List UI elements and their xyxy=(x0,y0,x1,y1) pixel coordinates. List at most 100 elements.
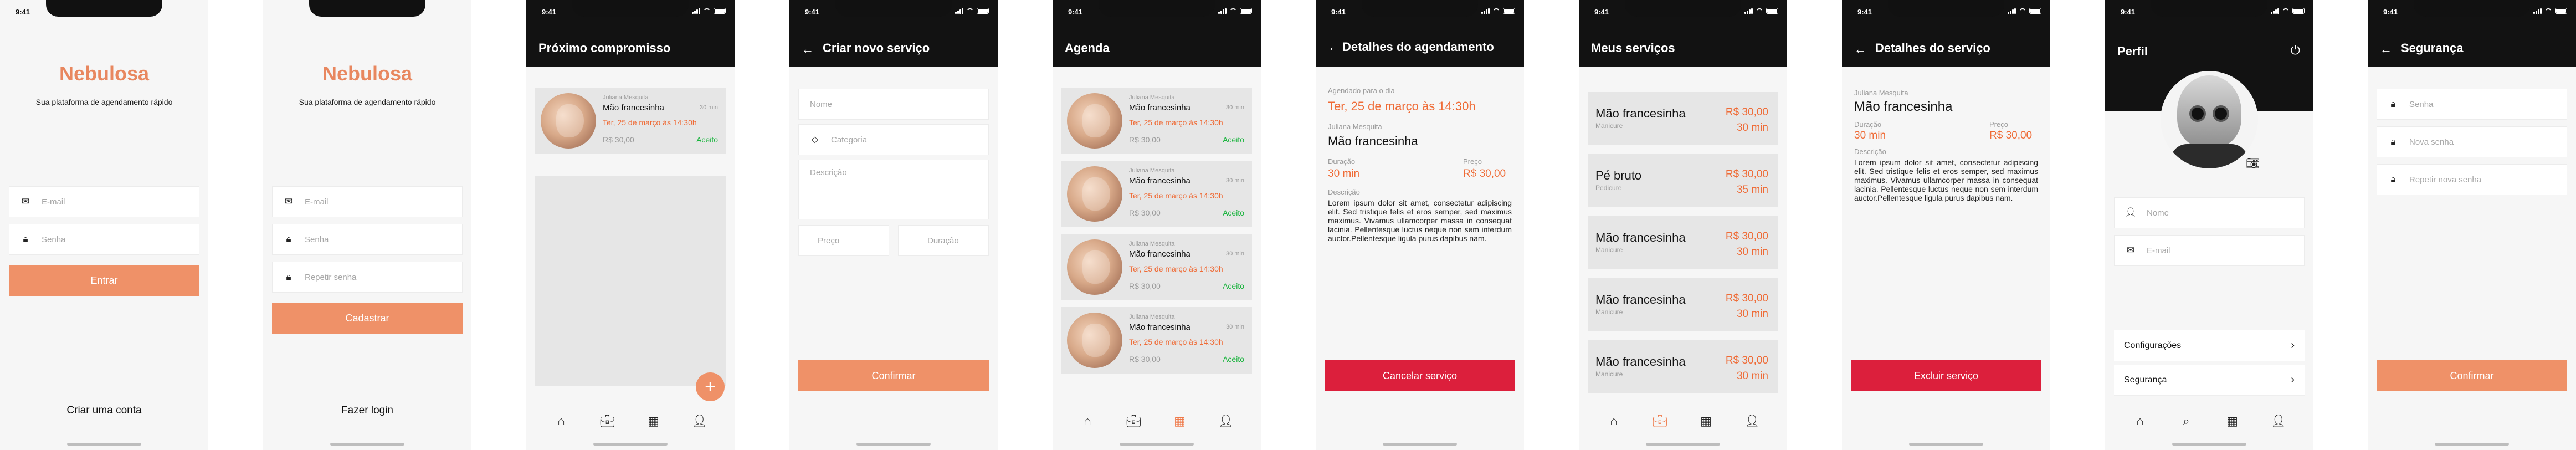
name-placeholder: Nome xyxy=(810,99,833,109)
home-indicator xyxy=(1646,443,1720,446)
avatar[interactable] xyxy=(2161,71,2258,168)
signal-icon xyxy=(1744,8,1753,14)
battery-icon xyxy=(2555,8,2567,14)
email-field[interactable]: ✉ E-mail xyxy=(2114,235,2305,266)
nav-user-icon[interactable]: 👤︎ xyxy=(689,410,711,432)
nav-briefcase-icon[interactable]: 💼︎ xyxy=(1649,410,1671,432)
appointment-details: Agendado para o dia Ter, 25 de março às … xyxy=(1328,86,1512,243)
login-link[interactable]: Fazer login xyxy=(263,405,471,417)
settings-label: Configurações xyxy=(2124,340,2182,350)
back-arrow-icon[interactable]: ← xyxy=(1328,40,1340,54)
nav-user-icon[interactable]: 👤︎ xyxy=(1215,410,1237,432)
confirm-button[interactable]: Confirmar xyxy=(798,360,989,391)
password-field[interactable]: 🔒︎ Senha xyxy=(9,224,199,255)
delete-service-button[interactable]: Excluir serviço xyxy=(1851,360,2041,391)
service-name: Mão francesinha xyxy=(603,103,664,113)
page-title: Detalhes do agendamento xyxy=(1342,40,1494,54)
home-indicator xyxy=(1383,443,1457,446)
appointment-datetime: Ter, 25 de março às 14:30h xyxy=(1328,99,1476,113)
repeat-password-field[interactable]: 🔒︎ Repetir senha xyxy=(272,262,463,293)
duration-label: Duração xyxy=(1854,120,1882,129)
nav-user-icon[interactable]: 👤︎ xyxy=(2267,410,2290,432)
client-name: Juliana Mesquita xyxy=(1328,122,1382,131)
nav-user-icon[interactable]: 👤︎ xyxy=(1741,410,1763,432)
email-field[interactable]: ✉ E-mail xyxy=(9,186,199,217)
battery-icon xyxy=(1240,8,1252,14)
status-time: 9:41 xyxy=(542,8,557,16)
create-service-screen: ← Criar novo serviço 9:41 Nome ⬦ Categor… xyxy=(789,0,998,450)
add-button[interactable]: + xyxy=(696,372,725,401)
service-name: Mão francesinha xyxy=(1595,293,1686,306)
confirm-button[interactable]: Confirmar xyxy=(2377,360,2567,391)
nav-home-icon[interactable]: ⌂ xyxy=(1603,410,1625,432)
appointment-card[interactable]: Juliana Mesquita Mão francesinha 30 min … xyxy=(1061,307,1252,374)
appointment-card[interactable]: Juliana Mesquita Mão francesinha 30 min … xyxy=(1061,161,1252,227)
nav-search-icon[interactable]: ⌕ xyxy=(2175,410,2197,432)
back-arrow-icon[interactable]: ← xyxy=(2380,42,2392,57)
service-duration: 35 min xyxy=(1736,184,1768,196)
new-password-field[interactable]: 🔒︎ Nova senha xyxy=(2377,126,2567,157)
price-placeholder: Preço xyxy=(818,236,840,246)
settings-menu-item[interactable]: Configurações › xyxy=(2114,330,2305,361)
appointment-card[interactable]: Juliana Mesquita Mão francesinha 30 min … xyxy=(1061,234,1252,300)
category-field[interactable]: ⬦ Categoria xyxy=(798,124,989,155)
name-field[interactable]: Nome xyxy=(798,89,989,120)
appointment-card[interactable]: Juliana Mesquita Mão francesinha 30 min … xyxy=(535,88,726,154)
back-arrow-icon[interactable]: ← xyxy=(1854,42,1866,57)
create-account-link[interactable]: Criar uma conta xyxy=(0,405,208,417)
email-placeholder: E-mail xyxy=(2147,246,2170,255)
email-field[interactable]: ✉ E-mail xyxy=(272,186,463,217)
system-icons xyxy=(2008,8,2041,14)
security-label: Segurança xyxy=(2124,375,2167,385)
status-time: 9:41 xyxy=(805,8,820,16)
system-icons xyxy=(1218,8,1252,14)
password-field[interactable]: 🔒︎ Senha xyxy=(272,224,463,255)
service-card[interactable]: Mão francesinha Manicure R$ 30,00 30 min xyxy=(1588,92,1778,145)
duration-value: 30 min xyxy=(1328,168,1360,180)
wifi-icon xyxy=(1492,8,1500,14)
signal-icon xyxy=(1218,8,1227,14)
wifi-icon xyxy=(966,8,974,14)
nav-home-icon[interactable]: ⌂ xyxy=(2129,410,2151,432)
cancel-service-button[interactable]: Cancelar serviço xyxy=(1325,360,1515,391)
nav-calendar-icon[interactable]: ▦ xyxy=(643,410,665,432)
password-field[interactable]: 🔒︎ Senha xyxy=(2377,89,2567,120)
system-icons xyxy=(692,8,726,14)
nav-calendar-icon[interactable]: ▦ xyxy=(1695,410,1717,432)
nav-briefcase-icon[interactable]: 💼︎ xyxy=(596,410,618,432)
service-card[interactable]: Pé bruto Pedicure R$ 30,00 35 min xyxy=(1588,154,1778,207)
notch xyxy=(1888,0,2004,17)
scheduled-label: Agendado para o dia xyxy=(1328,86,1395,95)
back-arrow-icon[interactable]: ← xyxy=(802,42,814,57)
price-field[interactable]: Preço xyxy=(798,225,889,256)
price-value: R$ 30,00 xyxy=(1989,130,2033,141)
security-menu-item[interactable]: Segurança › xyxy=(2114,365,2305,396)
appointment-card[interactable]: Juliana Mesquita Mão francesinha 30 min … xyxy=(1061,88,1252,154)
status-bar: 9:41 xyxy=(2368,0,2576,24)
name-field[interactable]: 👤︎ Nome xyxy=(2114,197,2305,228)
signup-button[interactable]: Cadastrar xyxy=(272,303,463,334)
nav-home-icon[interactable]: ⌂ xyxy=(550,410,572,432)
service-card[interactable]: Mão francesinha Manicure R$ 30,00 30 min xyxy=(1588,278,1778,331)
nav-home-icon[interactable]: ⌂ xyxy=(1076,410,1099,432)
duration-field[interactable]: Duração xyxy=(898,225,989,256)
service-card[interactable]: Mão francesinha Manicure R$ 30,00 30 min xyxy=(1588,340,1778,393)
power-icon[interactable]: ⏻ xyxy=(2291,43,2300,58)
nav-briefcase-icon[interactable]: 💼︎ xyxy=(1122,410,1145,432)
status-time: 9:41 xyxy=(1068,8,1083,16)
login-button[interactable]: Entrar xyxy=(9,265,199,296)
notch xyxy=(2414,0,2530,17)
camera-icon[interactable]: 📷︎ xyxy=(2246,156,2260,170)
service-duration: 30 min xyxy=(699,104,718,111)
page-title: Meus serviços xyxy=(1591,41,1675,55)
page-title: Detalhes do serviço xyxy=(1875,41,1990,55)
description-field[interactable]: Descrição xyxy=(798,160,989,219)
signup-screen: Nebulosa Sua plataforma de agendamento r… xyxy=(263,0,471,450)
repeat-new-password-field[interactable]: 🔒︎ Repetir nova senha xyxy=(2377,164,2567,195)
system-icons xyxy=(2271,8,2305,14)
service-card[interactable]: Mão francesinha Manicure R$ 30,00 30 min xyxy=(1588,216,1778,269)
battery-icon xyxy=(1766,8,1778,14)
nav-calendar-icon[interactable]: ▦ xyxy=(1169,410,1191,432)
nav-calendar-icon[interactable]: ▦ xyxy=(2221,410,2244,432)
service-duration: 30 min xyxy=(1225,250,1244,257)
